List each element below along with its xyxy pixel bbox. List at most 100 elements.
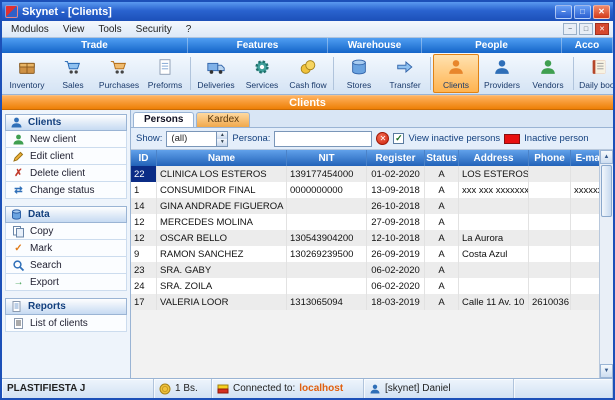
toolbar-button-preforms[interactable]: Preforms — [142, 54, 188, 93]
table-row[interactable]: 14 GINA ANDRADE FIGUEROA 26-10-2018 A — [131, 198, 599, 214]
toolbar-button-clients[interactable]: Clients — [433, 54, 479, 93]
sidebar-item-list-of-clients[interactable]: List of clients — [5, 315, 127, 332]
toolbar-button-vendors[interactable]: Vendors — [525, 54, 571, 93]
grid-cell[interactable]: 130543904200 — [287, 230, 367, 246]
grid-cell[interactable]: A — [425, 214, 459, 230]
mdi-close-button[interactable]: ✕ — [595, 23, 609, 35]
toolbar-button-transfer[interactable]: Transfer — [382, 54, 428, 93]
grid-cell[interactable]: A — [425, 278, 459, 294]
grid-cell[interactable]: 26-10-2018 — [367, 198, 425, 214]
tab-kardex[interactable]: Kardex — [196, 112, 251, 127]
persona-input[interactable] — [274, 130, 373, 147]
grid-cell[interactable]: RAMON SANCHEZ — [157, 246, 287, 262]
tab-persons[interactable]: Persons — [133, 112, 195, 127]
minimize-button[interactable]: − — [555, 4, 572, 19]
toolbar-button-sales[interactable]: Sales — [50, 54, 96, 93]
grid-cell[interactable]: CONSUMIDOR FINAL — [157, 182, 287, 198]
grid-cell[interactable] — [459, 214, 529, 230]
grid-cell[interactable] — [459, 198, 529, 214]
column-header-status[interactable]: Status — [425, 150, 459, 166]
table-row[interactable]: 17 VALERIA LOOR 1313065094 18-03-2019 A Calle… — [131, 294, 599, 310]
grid-cell[interactable]: 27-09-2018 — [367, 214, 425, 230]
column-header-id[interactable]: ID — [131, 150, 157, 166]
grid-cell[interactable]: Calle 11 Av. 10 — [459, 294, 529, 310]
grid-cell[interactable] — [529, 278, 571, 294]
column-header-name[interactable]: Name — [157, 150, 287, 166]
grid-cell[interactable]: SRA. ZOILA — [157, 278, 287, 294]
column-header-register[interactable]: Register — [367, 150, 425, 166]
menu-item-security[interactable]: Security — [129, 23, 179, 36]
grid-cell[interactable]: A — [425, 182, 459, 198]
menu-item-tools[interactable]: Tools — [91, 23, 128, 36]
maximize-button[interactable]: □ — [574, 4, 591, 19]
grid-cell[interactable] — [459, 262, 529, 278]
grid-cell[interactable]: 12-10-2018 — [367, 230, 425, 246]
menu-item-view[interactable]: View — [56, 23, 92, 36]
grid-cell[interactable]: 139177454000 — [287, 166, 367, 182]
grid-cell[interactable] — [529, 198, 571, 214]
view-inactive-checkbox[interactable]: ✓ — [393, 133, 405, 144]
toolbar-button-stores[interactable]: Stores — [336, 54, 382, 93]
grid-cell[interactable] — [529, 214, 571, 230]
clear-filter-icon[interactable]: ✕ — [376, 132, 390, 145]
grid-cell[interactable] — [571, 246, 599, 262]
grid-cell[interactable]: 14 — [131, 198, 157, 214]
grid-cell[interactable]: A — [425, 198, 459, 214]
grid-cell[interactable]: 24 — [131, 278, 157, 294]
grid-cell[interactable] — [571, 166, 599, 182]
grid-cell[interactable]: SRA. GABY — [157, 262, 287, 278]
table-row[interactable]: 24 SRA. ZOILA 06-02-2020 A — [131, 278, 599, 294]
mdi-minimize-button[interactable]: − — [563, 23, 577, 35]
grid-cell[interactable]: xxxxxxxxxxxxx xxxx — [571, 182, 599, 198]
grid-cell[interactable]: CLINICA LOS ESTEROS — [157, 166, 287, 182]
grid-cell[interactable]: A — [425, 294, 459, 310]
toolbar-button-providers[interactable]: Providers — [479, 54, 525, 93]
sidebar-item-edit-client[interactable]: Edit client — [5, 148, 127, 165]
grid-cell[interactable] — [459, 278, 529, 294]
grid-cell[interactable]: 26-09-2019 — [367, 246, 425, 262]
grid-cell[interactable]: 0000000000 — [287, 182, 367, 198]
toolbar-button-services[interactable]: Services — [239, 54, 285, 93]
menu-item-[interactable]: ? — [179, 23, 199, 36]
grid-cell[interactable]: 01-02-2020 — [367, 166, 425, 182]
toolbar-button-purchases[interactable]: Purchases — [96, 54, 142, 93]
close-button[interactable]: ✕ — [593, 4, 610, 19]
ribbon-category-warehouse[interactable]: Warehouse — [328, 38, 422, 53]
grid-cell[interactable]: La Aurora — [459, 230, 529, 246]
scroll-up-icon[interactable]: ▲ — [600, 150, 613, 164]
grid-cell[interactable]: 12 — [131, 230, 157, 246]
ribbon-category-acco[interactable]: Acco — [562, 38, 613, 53]
grid-cell[interactable]: 9 — [131, 246, 157, 262]
show-filter-combo[interactable]: (all) ▲ ▼ — [166, 130, 229, 147]
grid-cell[interactable]: 12 — [131, 214, 157, 230]
grid-cell[interactable]: VALERIA LOOR — [157, 294, 287, 310]
table-row[interactable]: 9 RAMON SANCHEZ 130269239500 26-09-2019 A Cos… — [131, 246, 599, 262]
toolbar-button-daily-book[interactable]: Daily book — [576, 54, 613, 93]
grid-cell[interactable]: A — [425, 262, 459, 278]
grid-cell[interactable]: xxx xxx xxxxxxx — [459, 182, 529, 198]
grid-cell[interactable]: 1 — [131, 182, 157, 198]
grid-cell[interactable]: Costa Azul — [459, 246, 529, 262]
grid-cell[interactable]: 23 — [131, 262, 157, 278]
vertical-scrollbar[interactable]: ▲ ▼ — [599, 150, 613, 378]
grid-cell[interactable] — [529, 230, 571, 246]
grid-cell[interactable]: 06-02-2020 — [367, 278, 425, 294]
menu-item-modulos[interactable]: Modulos — [4, 23, 56, 36]
grid-cell[interactable] — [571, 198, 599, 214]
grid-cell[interactable] — [571, 214, 599, 230]
toolbar-button-inventory[interactable]: Inventory — [4, 54, 50, 93]
toolbar-button-deliveries[interactable]: Deliveries — [193, 54, 239, 93]
grid-cell[interactable]: A — [425, 246, 459, 262]
sidebar-item-copy[interactable]: Copy — [5, 223, 127, 240]
sidebar-item-mark[interactable]: ✓ Mark — [5, 240, 127, 257]
grid-cell[interactable] — [529, 182, 571, 198]
column-header-e-mail[interactable]: E-mail — [571, 150, 599, 166]
grid-cell[interactable] — [287, 278, 367, 294]
grid-cell[interactable]: LOS ESTEROS — [459, 166, 529, 182]
grid-cell[interactable] — [571, 294, 599, 310]
table-row[interactable]: 1 CONSUMIDOR FINAL 0000000000 13-09-2018 Axx… — [131, 182, 599, 198]
mdi-restore-button[interactable]: □ — [579, 23, 593, 35]
grid-cell[interactable]: GINA ANDRADE FIGUEROA — [157, 198, 287, 214]
table-row[interactable]: 22 CLINICA LOS ESTEROS 139177454000 01-02-2… — [131, 166, 599, 182]
sidebar-item-new-client[interactable]: New client — [5, 131, 127, 148]
